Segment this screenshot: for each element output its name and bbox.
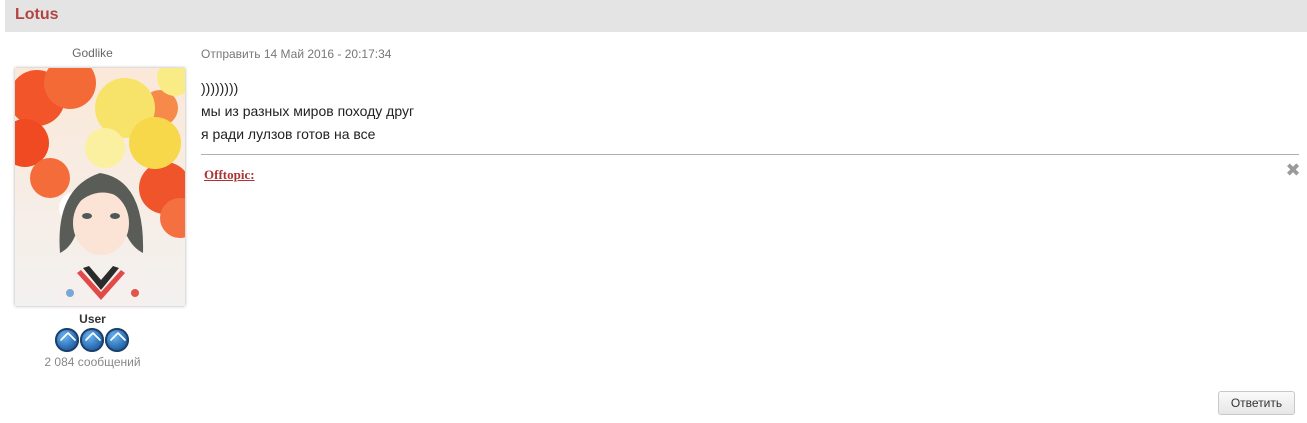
- avatar-image: [15, 68, 185, 306]
- post-body: )))))))) мы из разных миров походу друг …: [201, 77, 414, 146]
- post-line: мы из разных миров походу друг: [201, 103, 415, 119]
- user-avatar[interactable]: [15, 68, 185, 306]
- rank-badge-icon: [105, 328, 129, 352]
- rank-badges: [55, 328, 135, 352]
- user-rank-title: Godlike: [10, 45, 175, 61]
- close-icon[interactable]: ✖: [1285, 161, 1301, 179]
- user-post-count: 2 084 сообщений: [44, 355, 141, 369]
- signature-divider: [201, 154, 1299, 155]
- post-line: я ради лулзов готов на все: [201, 126, 376, 142]
- post-author-name[interactable]: Lotus: [15, 6, 59, 24]
- post-line: )))))))): [201, 80, 239, 96]
- reply-button[interactable]: Ответить: [1218, 391, 1295, 415]
- offtopic-link[interactable]: Offtopic:: [204, 167, 255, 183]
- rank-title-text: Godlike: [72, 46, 113, 60]
- user-group: User: [79, 312, 106, 326]
- post-header: Lotus: [5, 0, 1307, 32]
- rank-badge-icon: [80, 328, 104, 352]
- post-date: Отправить 14 Май 2016 - 20:17:34: [201, 47, 392, 61]
- rank-badge-icon: [55, 328, 79, 352]
